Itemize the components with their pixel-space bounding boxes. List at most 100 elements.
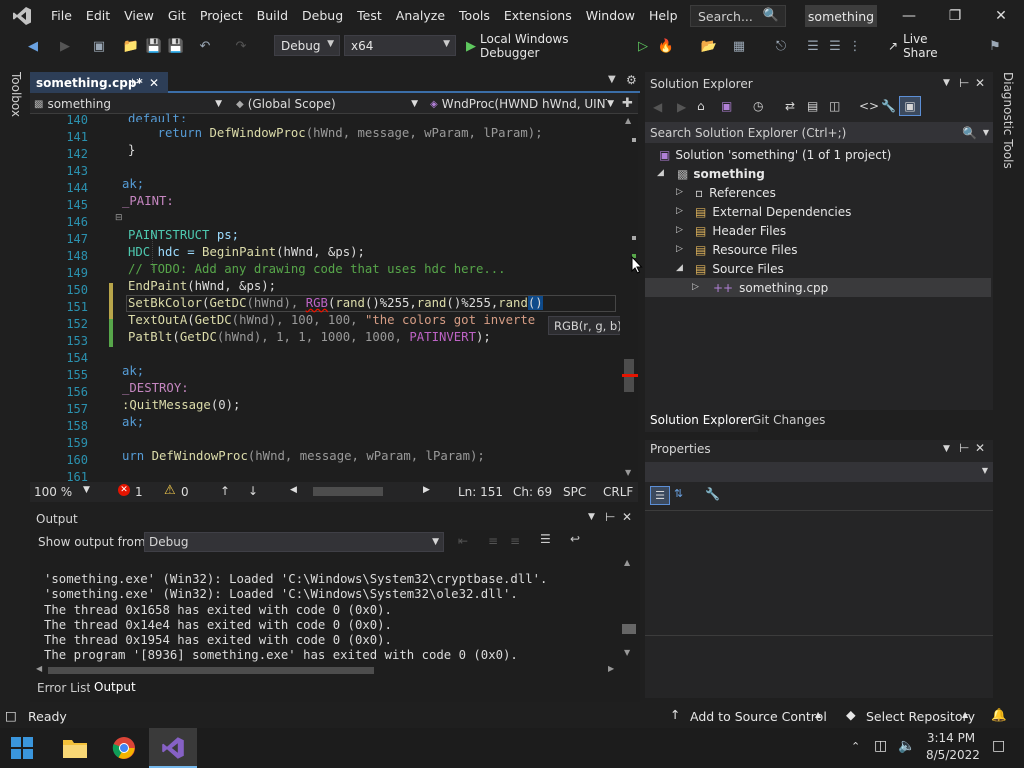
editor-tab[interactable]: something.cpp* ⊢ ✕ [30,72,168,93]
menu-file[interactable]: File [44,0,79,32]
tree-header-files[interactable]: ▤ Header Files [695,221,786,240]
warning-count[interactable]: 0 [181,485,189,499]
properties-wrench-icon[interactable]: 🔧 [881,99,896,113]
output-source-select[interactable]: Debug ▼ [144,532,444,552]
next-message-icon[interactable]: ≡ [510,534,520,548]
show-all-files-icon[interactable]: ◫ [829,99,840,113]
arrow-down-icon[interactable]: ↓ [248,484,258,498]
menu-build[interactable]: Build [250,0,295,32]
notifications-icon[interactable]: □ [992,738,1005,754]
chevron-up-icon[interactable]: ▲ [815,710,821,719]
nav-scope-dropdown[interactable]: ◆ (Global Scope) ▼ [236,96,420,112]
scroll-down-icon[interactable]: ▼ [625,468,631,477]
forward-icon[interactable]: ▶ [677,100,686,114]
chevron-down-icon[interactable]: ▼ [83,485,90,495]
project-name-badge[interactable]: something [805,5,877,27]
output-vertical-scrollbar[interactable]: ▲ ▼ [620,556,636,660]
menu-view[interactable]: View [117,0,161,32]
tree-references[interactable]: ▫ References [695,183,776,202]
collapsed-triangle-icon[interactable]: ▷ [676,225,683,235]
column-indicator[interactable]: Ch: 69 [513,485,552,499]
find-message-icon[interactable]: ⇤ [458,534,468,548]
pin-icon[interactable]: ⊢ [131,76,141,90]
editor-vertical-scrollbar[interactable]: ▲ ▼ [620,114,638,482]
output-horizontal-scrollbar[interactable]: ◀ ▶ [34,664,620,676]
folder-icon[interactable]: 📂 [700,36,718,56]
open-folder-icon[interactable]: 📁 [122,36,140,56]
nav-function-dropdown[interactable]: ◈ WndProc(HWND hWnd, UINT ▼ [430,96,616,112]
tree-source-files[interactable]: ▤ Source Files [695,259,784,278]
zoom-level[interactable]: 100 % [34,485,72,499]
code-view-icon[interactable]: <> [859,99,879,113]
toolbox-tab[interactable]: Toolbox [9,72,23,117]
tree-project[interactable]: ▩ something [677,164,765,183]
split-icon[interactable]: ✚ [622,96,633,111]
volume-icon[interactable]: 🔈 [898,738,915,754]
platform-select[interactable]: x64 ▼ [344,35,456,56]
notification-bell-icon[interactable]: 🔔 [991,707,1007,723]
uncomment-icon[interactable]: ☰ [826,36,844,56]
tab-solution-explorer[interactable]: Solution Explorer [645,410,758,432]
arrow-up-icon[interactable]: ↑ [220,484,230,498]
start-without-debug-icon[interactable]: ▷ [636,36,650,56]
line-ending-indicator[interactable]: CRLF [603,485,633,499]
scroll-up-icon[interactable]: ▲ [624,558,630,567]
live-share-button[interactable]: ↗ Live Share [888,32,958,60]
start-debug-icon[interactable]: ▶ [464,36,478,56]
back-icon[interactable]: ◀ [24,36,42,56]
chevron-down-icon[interactable]: ▼ [943,444,950,454]
feedback-icon[interactable]: ⚑ [986,36,1004,56]
menu-git[interactable]: Git [161,0,193,32]
menu-edit[interactable]: Edit [79,0,117,32]
horizontal-scroll-thumb[interactable] [313,487,383,496]
close-icon[interactable]: ✕ [975,441,985,455]
windows-start-icon[interactable] [11,737,33,762]
maximize-button[interactable]: ❐ [932,0,978,32]
chevron-up-icon[interactable]: ▲ [962,710,968,719]
scroll-left-icon[interactable]: ◀ [36,664,42,673]
collapse-icon[interactable]: ⊟ [115,213,123,223]
redo-icon[interactable]: ↷ [232,36,250,56]
select-repository[interactable]: Select Repository [866,709,975,724]
chevron-up-icon[interactable]: ⌃ [851,740,860,753]
scroll-thumb[interactable] [622,624,636,634]
scroll-down-icon[interactable]: ▼ [624,648,630,657]
clock-date[interactable]: 8/5/2022 [926,748,980,762]
expanded-triangle-icon[interactable]: ◢ [657,168,664,178]
collapsed-triangle-icon[interactable]: ▷ [676,206,683,216]
save-all-icon[interactable]: 💾 [167,36,185,56]
close-icon[interactable]: ✕ [975,76,985,90]
tab-git-changes[interactable]: Git Changes [752,413,825,427]
scroll-right-icon[interactable]: ▶ [608,664,614,673]
switch-views-icon[interactable]: ▣ [721,99,732,113]
chevron-down-icon[interactable]: ▼ [588,512,595,522]
whitespace-indicator[interactable]: SPC [563,485,586,499]
undo-icon[interactable]: ↶ [196,36,214,56]
nav-project-dropdown[interactable]: ▩ something ▼ [34,96,224,112]
collapse-all-icon[interactable]: ▤ [807,99,818,113]
close-tab-icon[interactable]: ✕ [149,76,159,90]
scroll-thumb[interactable] [48,667,374,674]
overflow-icon[interactable]: ⋮ [848,36,862,56]
tree-resource-files[interactable]: ▤ Resource Files [695,240,798,259]
word-wrap-icon[interactable]: ↩ [570,532,580,546]
close-window-button[interactable]: ✕ [978,0,1024,32]
close-icon[interactable]: ✕ [622,510,632,524]
sync-icon[interactable]: ⇄ [785,99,795,113]
back-icon[interactable]: ◀ [653,100,662,114]
tree-file-something-cpp[interactable]: ++ something.cpp [713,278,828,297]
tab-list-icon[interactable]: ▼ [608,74,616,85]
clear-all-icon[interactable]: ☰ [540,532,551,546]
menu-project[interactable]: Project [193,0,250,32]
settings-icon[interactable]: ⚙ [626,73,637,87]
config-select[interactable]: Debug ▼ [274,35,340,56]
menu-analyze[interactable]: Analyze [389,0,452,32]
menu-test[interactable]: Test [350,0,389,32]
forward-icon[interactable]: ▶ [56,36,74,56]
menu-help[interactable]: Help [642,0,685,32]
visual-studio-taskbar-button[interactable] [149,728,197,768]
visual-studio-logo-icon[interactable] [0,0,44,32]
menu-debug[interactable]: Debug [295,0,350,32]
layout-icon[interactable]: ▦ [730,36,748,56]
add-to-source-control[interactable]: Add to Source Control [690,709,827,724]
